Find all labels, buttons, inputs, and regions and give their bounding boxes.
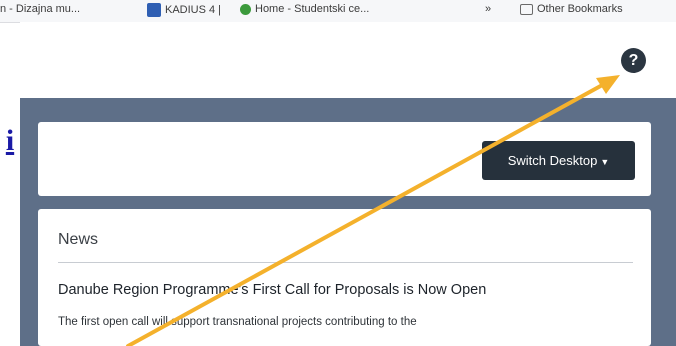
folder-icon bbox=[520, 3, 533, 15]
news-card: News Danube Region Programme's First Cal… bbox=[38, 209, 651, 346]
divider bbox=[58, 262, 633, 263]
switch-desktop-label: Switch Desktop bbox=[507, 153, 598, 168]
help-icon[interactable]: ? bbox=[621, 48, 646, 73]
green-dot-icon bbox=[240, 3, 251, 15]
overflow-label: » bbox=[485, 3, 492, 15]
bookmark-label: Home - Studentski ce... bbox=[255, 3, 370, 15]
bookmark-item[interactable]: n - Dizajna mu... bbox=[0, 3, 80, 15]
news-heading[interactable]: Danube Region Programme's First Call for… bbox=[58, 282, 486, 298]
bookmarks-bar: n - Dizajna mu... KADIUS 4 | Home - Stud… bbox=[0, 0, 676, 23]
switch-desktop-button[interactable]: Switch Desktop ▼ bbox=[482, 141, 635, 180]
news-title: News bbox=[58, 231, 99, 248]
app-header bbox=[20, 22, 676, 98]
bookmark-item[interactable]: Home - Studentski ce... bbox=[240, 3, 369, 15]
news-body: The first open call will support transna… bbox=[58, 316, 417, 328]
bookmark-label: Other Bookmarks bbox=[537, 3, 623, 15]
bookmark-page-icon bbox=[147, 3, 161, 17]
bookmark-item[interactable]: KADIUS 4 | bbox=[147, 3, 221, 17]
caret-down-icon: ▼ bbox=[600, 157, 610, 167]
bookmark-label: n - Dizajna mu... bbox=[0, 3, 81, 15]
bookmark-item[interactable]: Other Bookmarks bbox=[520, 3, 623, 15]
left-link[interactable]: i bbox=[0, 106, 20, 176]
bookmark-label: KADIUS 4 | bbox=[165, 4, 222, 16]
toolbar-card: Switch Desktop ▼ bbox=[38, 122, 651, 196]
bookmarks-overflow[interactable]: » bbox=[485, 3, 491, 15]
